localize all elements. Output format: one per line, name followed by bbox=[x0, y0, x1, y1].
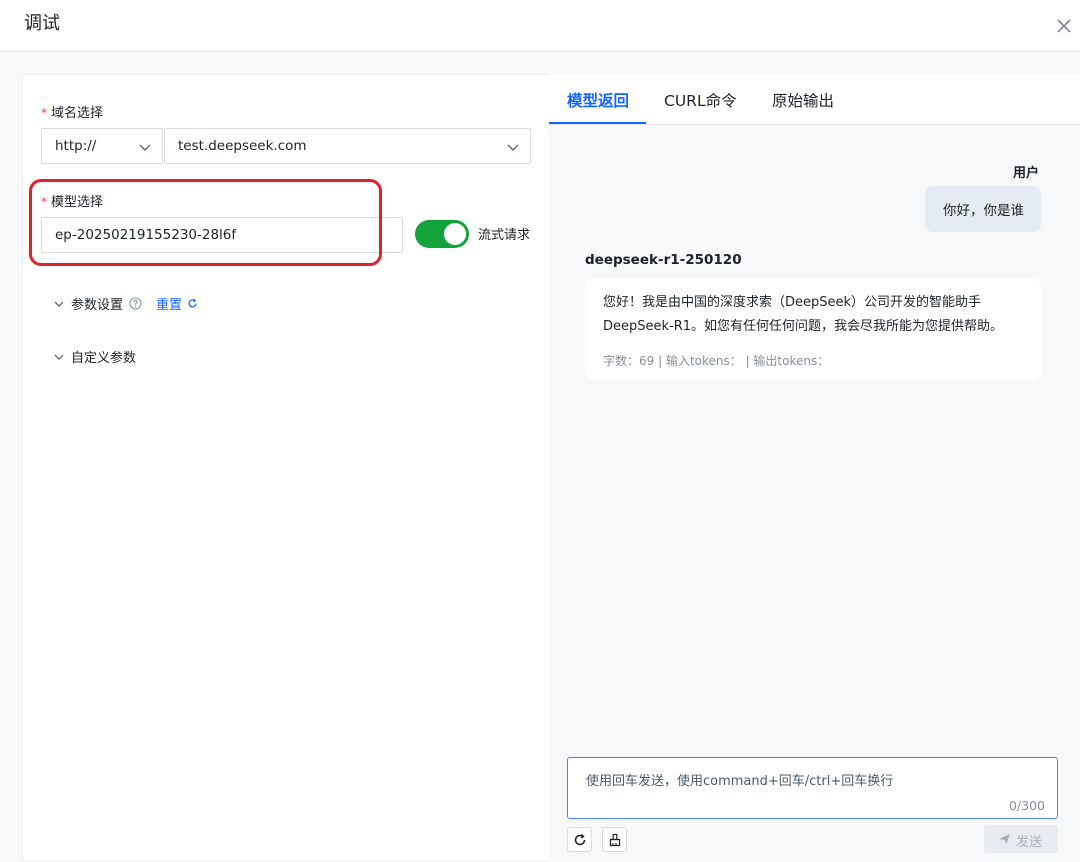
dialog-title: 调试 bbox=[24, 13, 60, 34]
stream-toggle-label: 流式请求 bbox=[478, 228, 531, 243]
required-marker: * bbox=[41, 106, 47, 120]
required-marker: * bbox=[41, 195, 47, 209]
params-settings-label: 参数设置 bbox=[71, 298, 124, 313]
close-icon[interactable] bbox=[1052, 14, 1076, 38]
config-panel: * 域名选择 http:// test.deepseek.com * 模型选择 ep… bbox=[22, 74, 549, 862]
regenerate-button[interactable] bbox=[567, 827, 592, 852]
help-icon[interactable] bbox=[129, 297, 142, 310]
chevron-down-icon bbox=[507, 144, 519, 151]
domain-field-label: * 域名选择 bbox=[41, 106, 104, 121]
send-button[interactable]: 发送 bbox=[984, 825, 1058, 853]
tab-model-response[interactable]: 模型返回 bbox=[567, 89, 629, 111]
model-field-label: * 模型选择 bbox=[41, 195, 104, 210]
dialog-header: 调试 bbox=[0, 0, 1080, 52]
message-input[interactable]: 使用回车发送，使用command+回车/ctrl+回车换行 0/300 bbox=[567, 757, 1058, 819]
custom-params-label: 自定义参数 bbox=[71, 351, 137, 366]
toggle-knob bbox=[444, 223, 466, 245]
custom-params-toggle[interactable]: 自定义参数 bbox=[53, 347, 136, 366]
brush-icon bbox=[609, 833, 621, 847]
model-input-value: ep-20250219155230-28l6f bbox=[55, 227, 237, 243]
stream-toggle[interactable] bbox=[415, 220, 469, 248]
send-icon bbox=[999, 834, 1010, 844]
protocol-value: http:// bbox=[55, 138, 97, 154]
model-input[interactable]: ep-20250219155230-28l6f bbox=[41, 217, 403, 253]
tab-curl-command[interactable]: CURL命令 bbox=[664, 89, 737, 111]
refresh-icon bbox=[574, 833, 586, 846]
bot-message-card: 您好！我是由中国的深度求索（DeepSeek）公司开发的智能助手DeepSeek… bbox=[585, 278, 1041, 380]
message-input-placeholder: 使用回车发送，使用command+回车/ctrl+回车换行 bbox=[586, 774, 894, 789]
user-message-bubble: 你好，你是谁 bbox=[925, 186, 1041, 232]
domain-select[interactable]: test.deepseek.com bbox=[164, 128, 531, 164]
tab-raw-output[interactable]: 原始输出 bbox=[772, 89, 834, 111]
clear-button[interactable] bbox=[602, 827, 627, 852]
chevron-down-icon bbox=[54, 301, 64, 307]
active-tab-indicator bbox=[549, 122, 646, 124]
char-counter: 0/300 bbox=[1008, 798, 1045, 813]
chevron-down-icon bbox=[139, 144, 151, 151]
reset-label: 重置 bbox=[156, 298, 183, 313]
user-message-text: 你好，你是谁 bbox=[943, 203, 1024, 219]
bot-sender-name: deepseek-r1-250120 bbox=[585, 252, 742, 268]
refresh-icon bbox=[188, 298, 197, 308]
bot-message-text: 您好！我是由中国的深度求索（DeepSeek）公司开发的智能助手DeepSeek… bbox=[603, 295, 1004, 334]
params-settings-toggle[interactable]: 参数设置 重置 bbox=[53, 294, 198, 313]
send-label: 发送 bbox=[1016, 835, 1043, 850]
bot-message-stats: 字数：69 | 输入tokens： | 输出tokens： bbox=[603, 354, 830, 368]
domain-value: test.deepseek.com bbox=[178, 138, 307, 154]
protocol-select[interactable]: http:// bbox=[41, 128, 163, 164]
reset-button[interactable]: 重置 bbox=[156, 294, 198, 313]
user-sender-name: 用户 bbox=[1012, 166, 1039, 181]
chevron-down-icon bbox=[54, 354, 64, 360]
output-tabs: 模型返回 CURL命令 原始输出 bbox=[549, 74, 1080, 125]
output-panel: 模型返回 CURL命令 原始输出 用户 你好，你是谁 deepseek-r1-2… bbox=[549, 74, 1080, 862]
